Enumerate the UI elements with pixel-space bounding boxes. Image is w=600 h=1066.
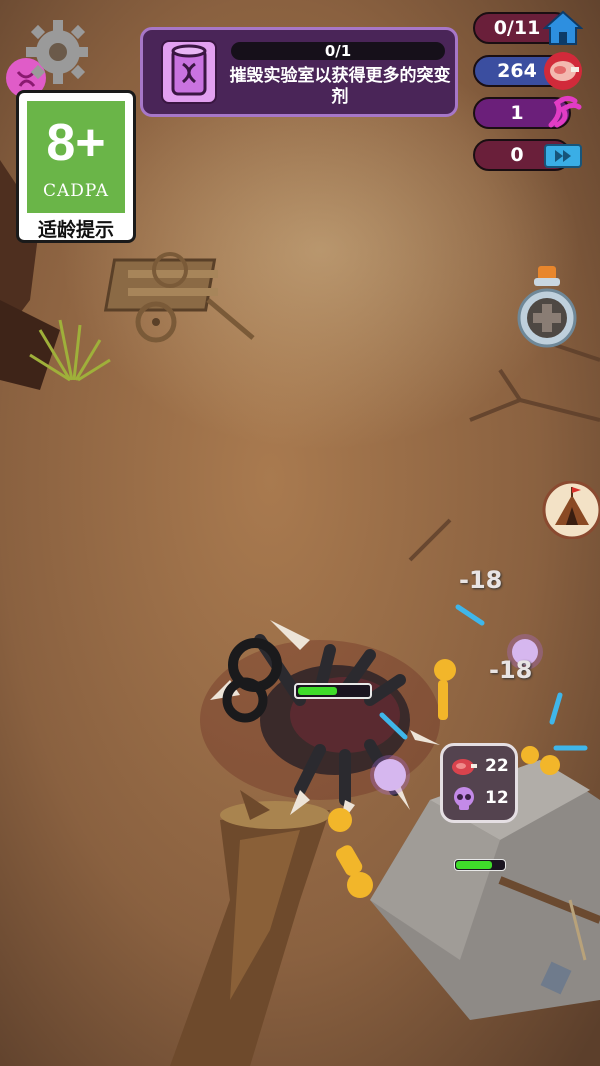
settings-button[interactable] (4, 16, 88, 100)
house-icon[interactable] (543, 8, 583, 48)
damage-number: -18 (459, 566, 503, 594)
meat-counter: 264 (473, 52, 582, 90)
age-rating-tip: 适龄提示 (37, 219, 114, 241)
skull-icon (454, 787, 474, 810)
meat-icon (452, 759, 477, 775)
fast-forward-ticket-icon[interactable] (543, 135, 583, 175)
enemy-health-fill (456, 861, 492, 869)
camp-tent-icon (542, 480, 600, 540)
mission-description: 摧毁实验室以获得更多的突变剂 (229, 66, 451, 107)
dna-canister-icon (161, 40, 217, 104)
speed-ticket-counter: 0 (473, 139, 582, 171)
enemy-health-bar (454, 859, 506, 871)
age-rating-number: 8+ (46, 114, 106, 172)
loot-skull-count: 12 (485, 788, 509, 808)
age-rating-badge: 8+ CADPA 适龄提示 (16, 90, 136, 243)
potion-button[interactable] (514, 264, 580, 354)
loot-meat-count: 22 (485, 756, 509, 776)
potion-bottle-icon (517, 266, 577, 348)
loot-popup: 22 12 (440, 743, 518, 823)
labs-destroyed-counter: 0/11 (473, 10, 583, 45)
player-health-fill (298, 687, 337, 695)
mission-progress-text: 0/1 (324, 42, 352, 60)
meat-icon (544, 52, 582, 90)
loot-skull-row: 12 (449, 784, 517, 814)
loot-meat-row: 22 (449, 752, 517, 782)
camp-button[interactable] (541, 480, 600, 540)
gear-icon (6, 20, 88, 98)
mission-panel[interactable]: 0/1 摧毁实验室以获得更多的突变剂 (140, 27, 458, 117)
dna-counter: 1 (473, 95, 582, 129)
age-rating-panel: 8+ CADPA (27, 101, 125, 213)
age-rating-org: CADPA (42, 181, 110, 201)
dna-icon (548, 95, 582, 128)
damage-number: -18 (489, 656, 533, 684)
mission-progress-bar: 0/1 (231, 42, 445, 60)
player-health-bar (294, 683, 372, 699)
